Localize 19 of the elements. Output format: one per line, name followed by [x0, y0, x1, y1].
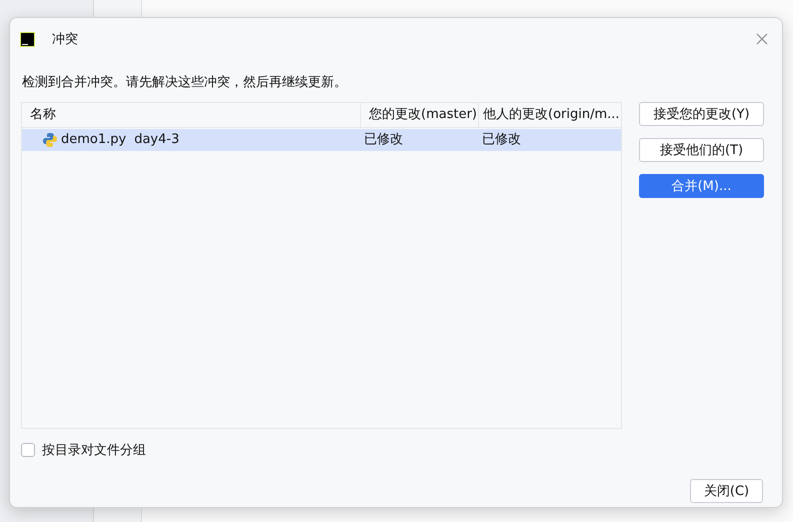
file-row[interactable]: demo1.py day4-3 已修改 已修改	[22, 129, 621, 151]
action-button[interactable]: 接受他们的(T)	[639, 138, 764, 162]
action-button[interactable]: 关闭(C)	[690, 479, 763, 503]
checkbox[interactable]	[21, 443, 35, 457]
file-name: demo1.py	[61, 131, 126, 149]
checkbox-label: 按目录对文件分组	[42, 442, 146, 459]
table-cell-text: 已修改	[481, 131, 522, 149]
action-button[interactable]: 接受您的更改(Y)	[639, 102, 764, 126]
merge-button[interactable]: 合并(M)...	[639, 174, 764, 198]
app-logo-icon	[20, 32, 35, 46]
column-header[interactable]: 名称	[22, 103, 361, 128]
window-title: 冲突	[52, 31, 78, 48]
column-header[interactable]: 您的更改(master)	[361, 103, 479, 128]
python-file-icon	[42, 132, 58, 148]
branch-name: day4-3	[134, 131, 180, 149]
close-icon[interactable]	[756, 33, 768, 45]
table-cell-text: 已修改	[363, 131, 404, 149]
column-header[interactable]: 他人的更改(origin/m...	[479, 103, 621, 128]
conflict-message: 检测到合并冲突。请先解决这些冲突，然后再继续更新。	[22, 74, 348, 91]
